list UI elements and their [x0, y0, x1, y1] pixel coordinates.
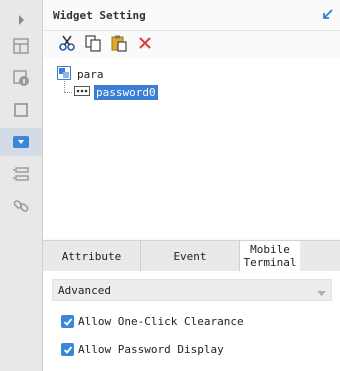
left-toolbar — [0, 0, 43, 371]
paste-button[interactable] — [109, 34, 129, 54]
widget-tree: para password0 — [43, 58, 340, 238]
edit-toolbar — [43, 31, 340, 57]
allow-one-click-clearance-checkbox[interactable] — [61, 315, 74, 328]
delete-icon — [138, 36, 152, 53]
delete-button[interactable] — [135, 34, 155, 54]
allow-password-display-option[interactable]: Allow Password Display — [61, 343, 224, 356]
checkmark-icon — [63, 345, 72, 354]
tree-node-root-label: para — [77, 68, 104, 81]
widget-setting-panel: Widget Setting para password0 Attribute … — [43, 0, 340, 371]
widget-setting-icon[interactable] — [0, 128, 42, 156]
allow-one-click-clearance-option[interactable]: Allow One-Click Clearance — [61, 315, 244, 328]
password-field-icon — [74, 86, 90, 99]
advanced-section-label: Advanced — [58, 283, 111, 297]
cut-button[interactable] — [57, 34, 77, 54]
paste-icon — [110, 34, 128, 55]
allow-password-display-label: Allow Password Display — [78, 343, 224, 356]
expand-arrow-icon[interactable] — [0, 6, 42, 34]
copy-button[interactable] — [83, 34, 103, 54]
allow-one-click-clearance-label: Allow One-Click Clearance — [78, 315, 244, 328]
frame-icon[interactable] — [0, 96, 42, 124]
chevron-down-icon — [317, 287, 326, 300]
advanced-section-dropdown[interactable]: Advanced — [52, 279, 332, 301]
settings-content: Advanced Allow One-Click Clearance Allow… — [43, 271, 340, 371]
cut-icon — [58, 34, 76, 55]
settings-tabs: Attribute Event Mobile Terminal — [43, 240, 340, 272]
tab-mobile-terminal[interactable]: Mobile Terminal — [240, 241, 300, 271]
layout-grid-icon[interactable] — [0, 32, 42, 60]
checkmark-icon — [63, 317, 72, 326]
tree-connector-horizontal — [64, 92, 72, 93]
link-icon[interactable] — [0, 192, 42, 220]
tree-connector — [64, 81, 65, 92]
component-info-icon[interactable] — [0, 64, 42, 92]
tab-attribute[interactable]: Attribute — [43, 241, 141, 271]
panel-header: Widget Setting — [43, 0, 340, 31]
tree-node-password-label: password0 — [94, 85, 158, 100]
tree-node-password[interactable]: password0 — [74, 85, 158, 100]
panel-title: Widget Setting — [53, 9, 146, 22]
list-layout-icon[interactable] — [0, 160, 42, 188]
allow-password-display-checkbox[interactable] — [61, 343, 74, 356]
dock-arrow-icon[interactable] — [322, 8, 334, 23]
copy-icon — [84, 34, 102, 55]
tab-event[interactable]: Event — [141, 241, 240, 271]
